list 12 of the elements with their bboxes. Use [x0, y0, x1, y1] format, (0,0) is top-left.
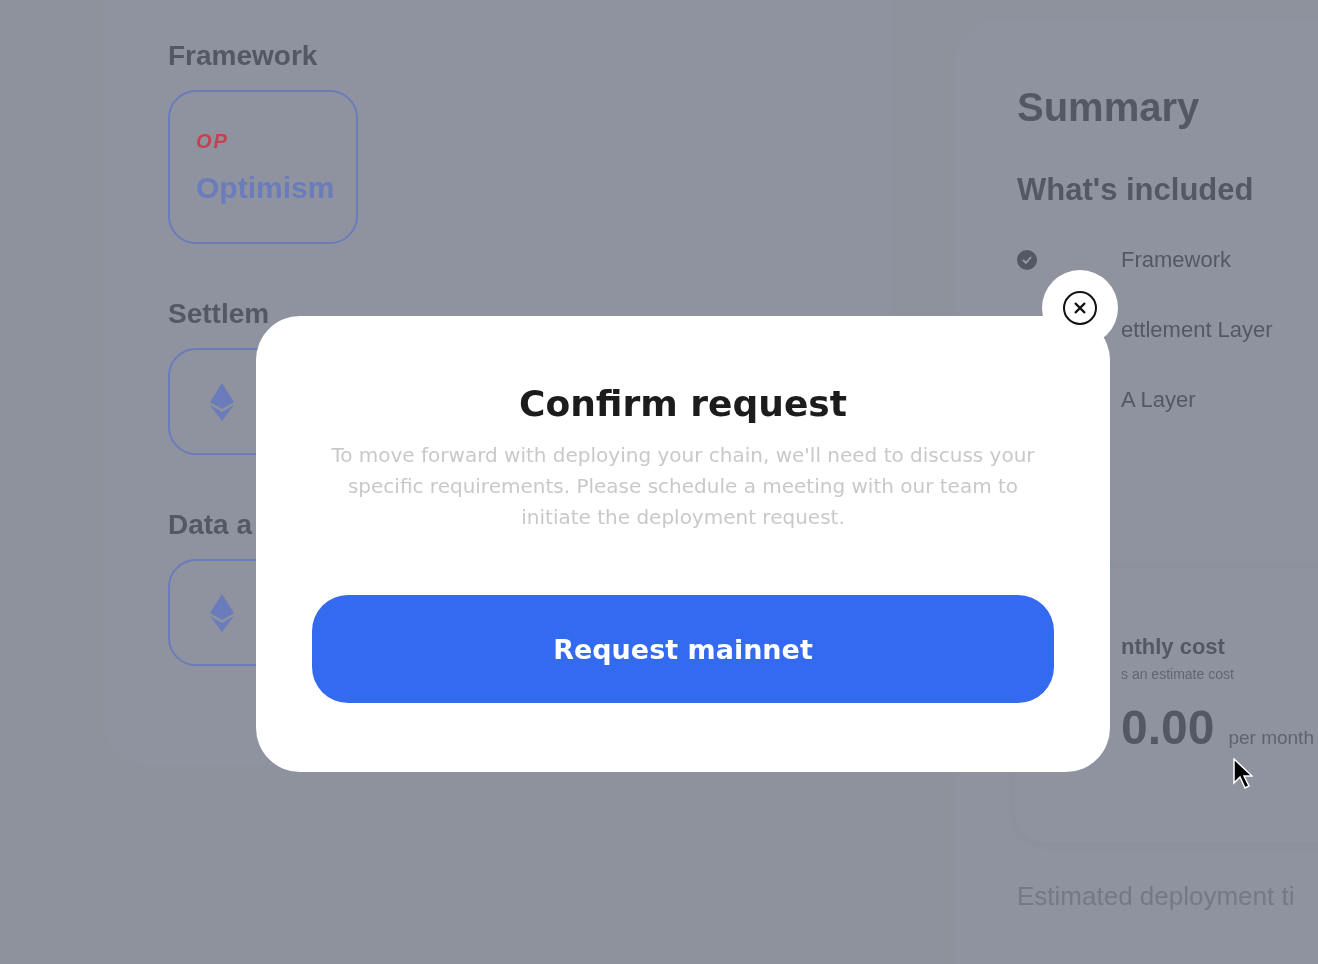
logo-text: OP	[196, 129, 229, 153]
cost-amount: 0.00	[1121, 700, 1215, 755]
section-heading: Data a	[168, 508, 253, 542]
cost-title: nthly cost	[1121, 634, 1226, 660]
summary-title: Summary	[1017, 84, 1201, 130]
included-item: A Layer	[1121, 387, 1196, 413]
included-item: ettlement Layer	[1121, 317, 1273, 343]
section-heading: What's included	[1017, 172, 1255, 208]
section-heading: Framework	[168, 39, 318, 73]
included-item: Framework	[1121, 247, 1231, 273]
modal-title: Confirm request	[519, 382, 847, 426]
section-heading: Settlem	[168, 297, 270, 331]
